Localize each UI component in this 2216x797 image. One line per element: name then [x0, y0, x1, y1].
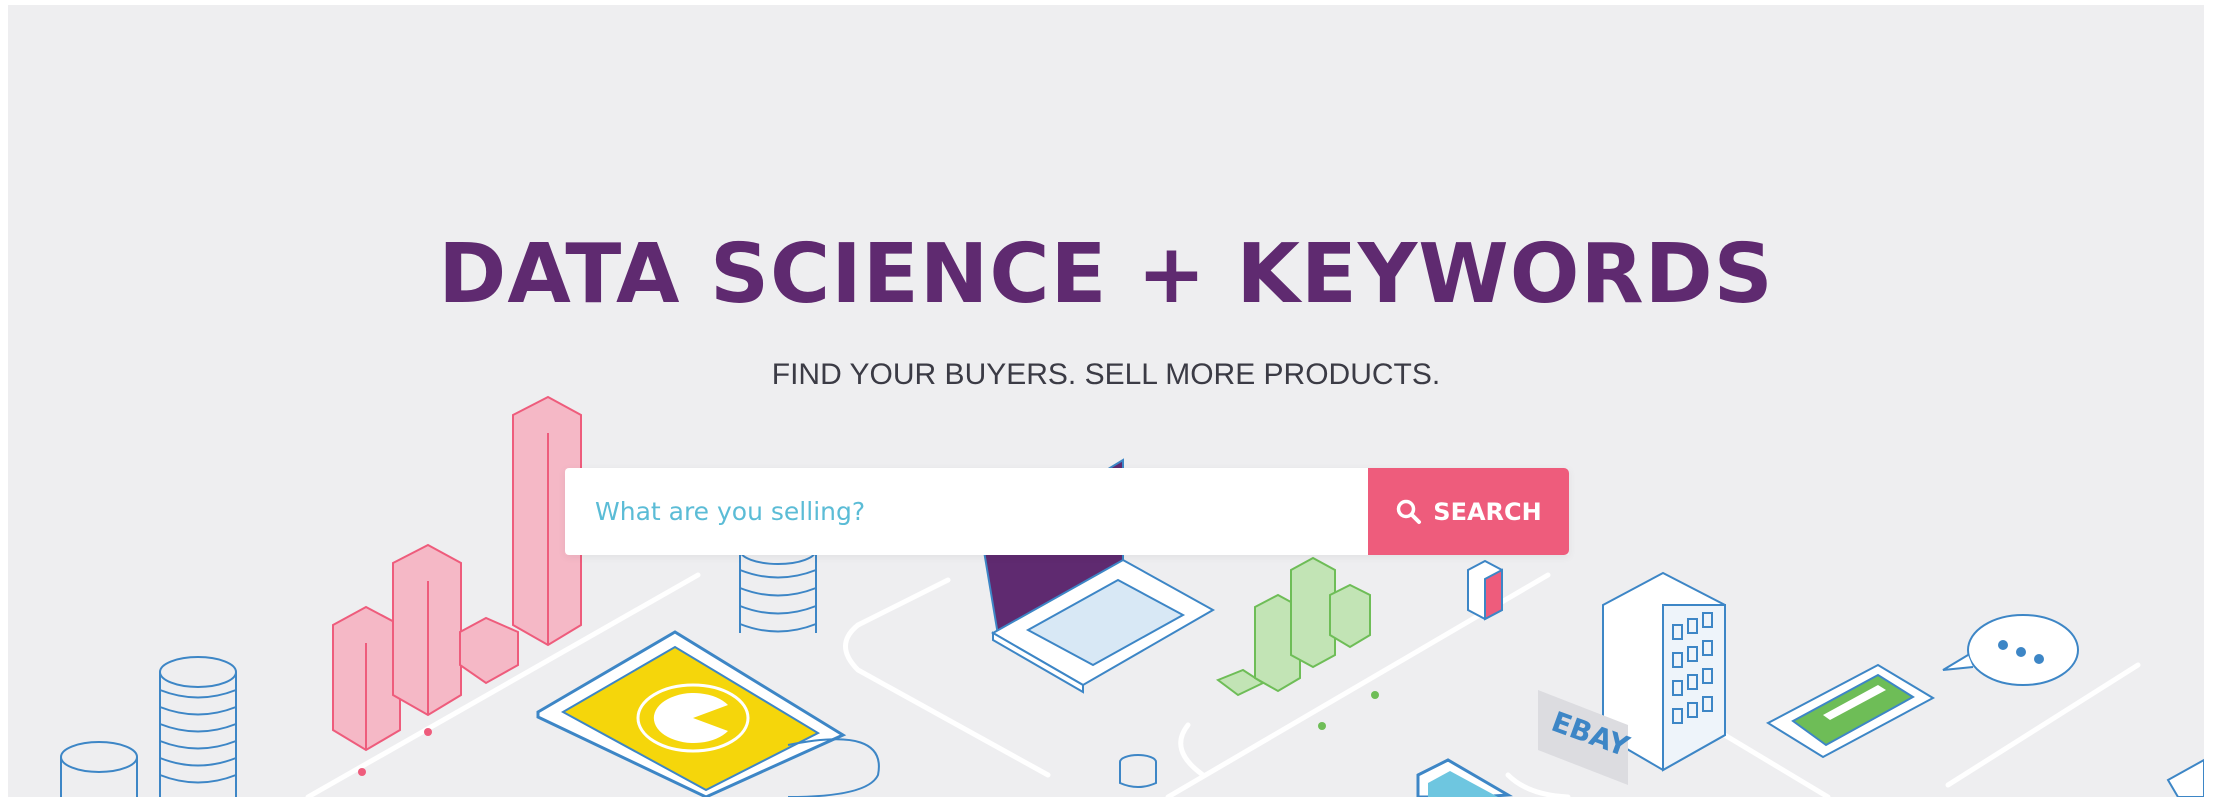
page-title: DATA SCIENCE + KEYWORDS — [438, 227, 1774, 322]
phone-graphic — [1765, 663, 1936, 759]
cube-graphic — [1467, 559, 1503, 621]
hero-section: EBAY DATA SCIENCE + KEYWORDS FIND YOUR B… — [8, 5, 2204, 797]
building-graphic — [1538, 571, 1726, 785]
page-subtitle: FIND YOUR BUYERS. SELL MORE PRODUCTS. — [771, 358, 1441, 391]
search-button-label: SEARCH — [1433, 497, 1542, 526]
chat-bubble-graphic — [1942, 614, 2079, 686]
search-icon — [1397, 499, 1422, 524]
isometric-illustration: EBAY — [60, 395, 2204, 797]
device-graphic — [1416, 758, 1513, 797]
search-button[interactable]: SEARCH — [1368, 468, 1569, 555]
edge-device-graphic — [2166, 758, 2204, 797]
tablet-graphic — [536, 630, 880, 797]
search-form: SEARCH — [565, 468, 1569, 555]
green-bar-chart-graphic — [1215, 556, 1379, 730]
search-input[interactable] — [565, 468, 1368, 555]
